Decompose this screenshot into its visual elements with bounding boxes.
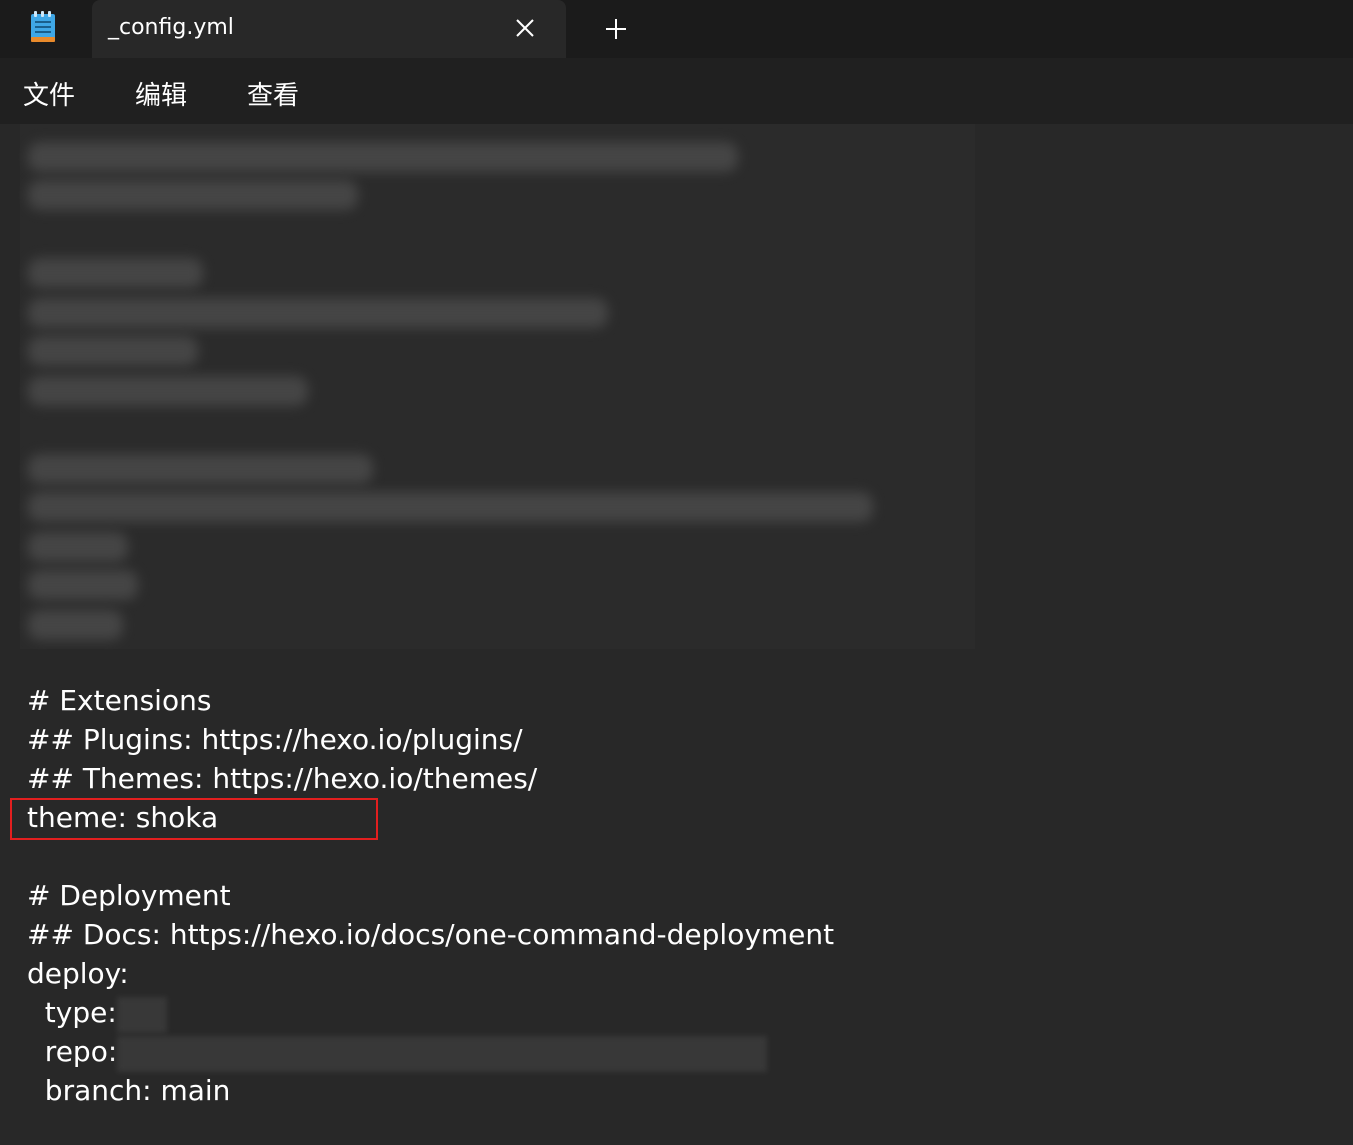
tab-config-yml[interactable]: _config.yml <box>92 0 566 58</box>
tab-title: _config.yml <box>108 15 234 40</box>
highlight-box <box>10 798 378 840</box>
menu-bar: 文件 编辑 查看 <box>0 58 1353 124</box>
menu-file[interactable]: 文件 <box>23 75 75 112</box>
menu-view[interactable]: 查看 <box>247 75 299 112</box>
text-editor[interactable]: # Extensions ## Plugins: https://hexo.io… <box>0 124 1353 1145</box>
plus-icon[interactable] <box>600 13 632 45</box>
code-line: # Deployment <box>27 879 231 912</box>
code-line: ## Docs: https://hexo.io/docs/one-comman… <box>27 918 835 951</box>
notepad-icon <box>31 11 55 42</box>
close-icon[interactable] <box>510 14 540 42</box>
code-line: deploy: <box>27 957 129 990</box>
code-line: branch: main <box>27 1074 231 1107</box>
code-line: ## Plugins: https://hexo.io/plugins/ <box>27 723 523 756</box>
title-bar: _config.yml <box>0 0 1353 58</box>
code-line: # Extensions <box>27 684 212 717</box>
code-line: ## Themes: https://hexo.io/themes/ <box>27 762 538 795</box>
menu-edit[interactable]: 编辑 <box>135 75 187 112</box>
code-line: type: <box>27 996 126 1029</box>
blurred-value <box>117 997 167 1033</box>
code-line: repo: <box>27 1035 127 1068</box>
blurred-value <box>117 1036 767 1072</box>
blurred-content <box>20 124 975 649</box>
